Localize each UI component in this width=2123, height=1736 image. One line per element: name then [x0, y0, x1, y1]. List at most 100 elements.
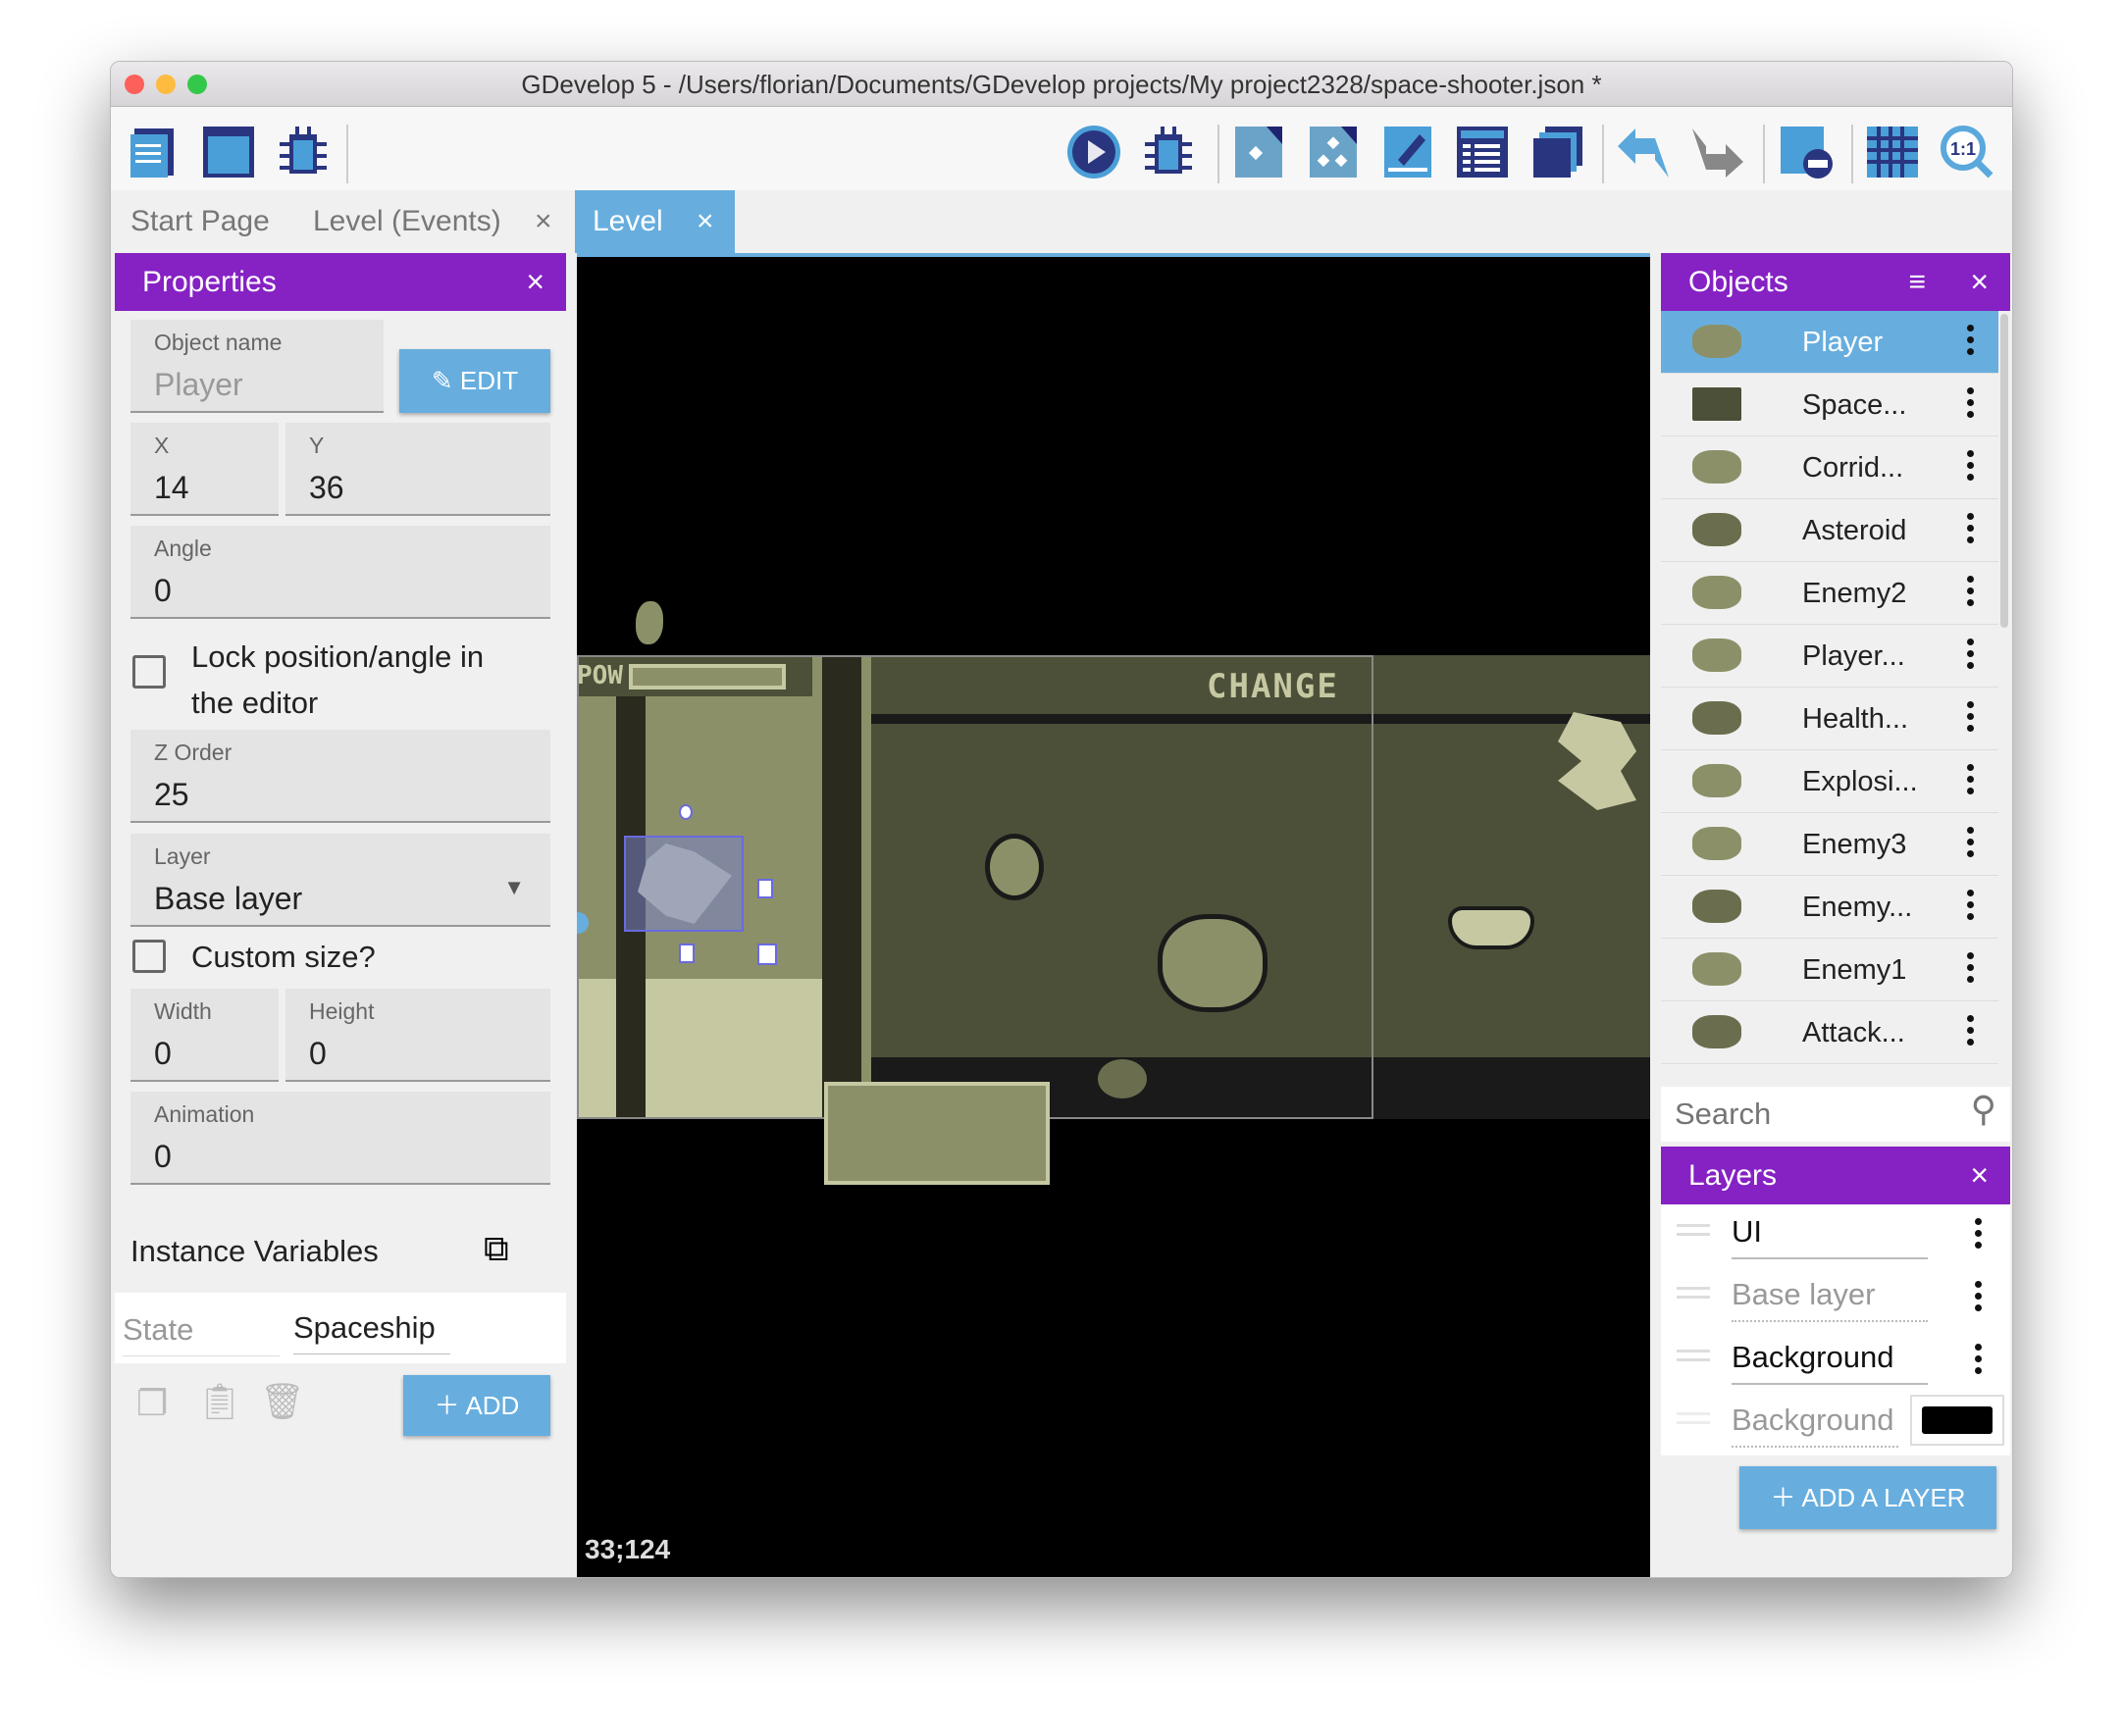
object-item[interactable]: Space... — [1661, 374, 1998, 436]
height-field[interactable]: Height 0 — [285, 989, 550, 1082]
zoom-reset-icon[interactable]: 1:1 — [1940, 125, 1994, 179]
object-item[interactable]: Attack... — [1661, 1001, 1998, 1064]
layer-row-background[interactable]: Background — [1661, 1330, 2010, 1393]
minimize-window-button[interactable] — [156, 75, 176, 94]
selected-player-instance[interactable] — [624, 836, 744, 932]
object-name: Enemy3 — [1802, 829, 1907, 860]
object-item[interactable]: Asteroid — [1661, 499, 1998, 562]
more-options-icon[interactable] — [1967, 952, 1974, 988]
more-options-icon[interactable] — [1967, 576, 1974, 611]
object-item[interactable]: Player... — [1661, 625, 1998, 688]
z-order-field[interactable]: Z Order 25 — [130, 730, 550, 823]
variable-value[interactable]: Spaceship — [293, 1310, 450, 1354]
edit-object-button[interactable]: ✎ EDIT — [399, 349, 550, 413]
more-options-icon[interactable] — [1967, 827, 1974, 862]
more-options-icon[interactable] — [1967, 450, 1974, 485]
delete-icon[interactable] — [1779, 125, 1834, 179]
project-manager-icon[interactable] — [127, 125, 181, 179]
object-list-icon[interactable] — [1455, 125, 1510, 179]
object-name: Space... — [1802, 389, 1907, 421]
more-options-icon[interactable] — [1967, 387, 1974, 423]
add-variable-button[interactable]: ＋ ADD — [403, 1375, 550, 1436]
tab-level-events[interactable]: Level (Events) — [313, 190, 501, 253]
x-field[interactable]: X 14 — [130, 423, 279, 516]
preview-play-icon[interactable] — [1066, 125, 1121, 179]
object-name-field: Object name Player — [130, 320, 384, 413]
debugger-icon[interactable] — [276, 125, 331, 179]
object-item[interactable]: Player — [1661, 311, 1998, 374]
resize-handle-corner[interactable] — [757, 944, 777, 965]
object-thumbnail — [1692, 638, 1741, 672]
lock-checkbox[interactable] — [132, 655, 166, 689]
background-color-swatch[interactable] — [1910, 1395, 2004, 1446]
drag-handle-icon[interactable] — [1677, 1287, 1710, 1299]
objects-close-icon[interactable]: × — [1970, 253, 1989, 311]
more-options-icon[interactable] — [1967, 701, 1974, 737]
object-item[interactable]: Enemy2 — [1661, 562, 1998, 625]
object-item[interactable]: Explosi... — [1661, 750, 1998, 813]
trash-icon[interactable]: 🗑︎ — [260, 1381, 305, 1422]
more-options-icon[interactable] — [1967, 890, 1974, 925]
object-item[interactable]: Enemy3 — [1661, 813, 1998, 876]
close-window-button[interactable] — [125, 75, 144, 94]
resize-handle-right[interactable] — [757, 879, 773, 898]
custom-size-label: Custom size? — [191, 940, 376, 974]
y-field[interactable]: Y 36 — [285, 423, 550, 516]
grid-icon[interactable] — [1865, 125, 1920, 179]
layer-row-base[interactable]: Base layer — [1661, 1267, 2010, 1330]
add-instances-icon[interactable] — [1306, 125, 1361, 179]
tab-level-close-icon[interactable]: × — [697, 190, 714, 253]
more-options-icon[interactable] — [1967, 638, 1974, 674]
add-layer-button[interactable]: ＋ ADD A LAYER — [1739, 1466, 1996, 1529]
object-item[interactable]: Enemy1 — [1661, 939, 1998, 1001]
undo-icon[interactable] — [1616, 125, 1671, 179]
copy-icon[interactable]: ❐ — [136, 1383, 168, 1424]
animation-field[interactable]: Animation 0 — [130, 1092, 550, 1185]
resize-handle-bottom[interactable] — [679, 944, 695, 963]
more-options-icon[interactable] — [1967, 325, 1974, 360]
object-search[interactable]: ⚲ — [1661, 1087, 2010, 1142]
object-name: Health... — [1802, 703, 1908, 735]
rotate-handle[interactable] — [679, 804, 693, 820]
color-preview — [1922, 1406, 1993, 1434]
debug-icon[interactable] — [1141, 125, 1196, 179]
more-options-icon[interactable] — [1967, 513, 1974, 548]
width-field[interactable]: Width 0 — [130, 989, 279, 1082]
custom-size-checkbox[interactable] — [132, 940, 166, 973]
object-item[interactable]: Enemy... — [1661, 876, 1998, 939]
redo-icon[interactable] — [1690, 125, 1745, 179]
tab-level-events-close-icon[interactable]: × — [535, 190, 552, 253]
angle-field[interactable]: Angle 0 — [130, 526, 550, 619]
app-window: GDevelop 5 - /Users/florian/Documents/GD… — [110, 61, 2013, 1578]
open-external-icon[interactable]: ⧉ — [484, 1228, 509, 1270]
add-instance-icon[interactable] — [1231, 125, 1286, 179]
zoom-window-button[interactable] — [187, 75, 207, 94]
scene-canvas[interactable]: POW CHANGE 33;124 — [577, 253, 1650, 1577]
canvas-top-scrollbar[interactable] — [577, 253, 1650, 257]
objects-title: Objects — [1688, 266, 1788, 298]
layers-icon[interactable] — [1529, 125, 1584, 179]
more-options-icon[interactable] — [1967, 764, 1974, 799]
tab-start-page[interactable]: Start Page — [130, 190, 270, 253]
plus-icon: ＋ — [434, 1391, 466, 1420]
layer-select[interactable]: Layer Base layer ▼ — [130, 834, 550, 927]
drag-handle-icon[interactable] — [1677, 1224, 1710, 1236]
layer-row-ui[interactable]: UI — [1661, 1204, 2010, 1267]
variable-name[interactable]: State — [123, 1312, 280, 1356]
object-thumbnail — [1692, 513, 1741, 546]
asteroid-large — [1158, 914, 1268, 1012]
filter-icon[interactable]: ≡ — [1908, 253, 1926, 311]
object-list-scrollbar[interactable] — [2000, 314, 2008, 628]
edit-object-icon[interactable] — [1380, 125, 1435, 179]
object-item[interactable]: Health... — [1661, 688, 1998, 750]
scene-icon[interactable] — [201, 125, 256, 179]
search-input[interactable] — [1675, 1093, 1949, 1136]
paste-icon[interactable]: 📋︎ — [197, 1381, 242, 1422]
tab-level[interactable]: Level × — [575, 190, 735, 253]
layers-close-icon[interactable]: × — [1970, 1147, 1989, 1204]
drag-handle-icon[interactable] — [1677, 1350, 1710, 1361]
properties-close-icon[interactable]: × — [526, 253, 544, 311]
object-item[interactable]: Corrid... — [1661, 436, 1998, 499]
more-options-icon[interactable] — [1967, 1015, 1974, 1050]
object-thumbnail — [1692, 325, 1741, 358]
